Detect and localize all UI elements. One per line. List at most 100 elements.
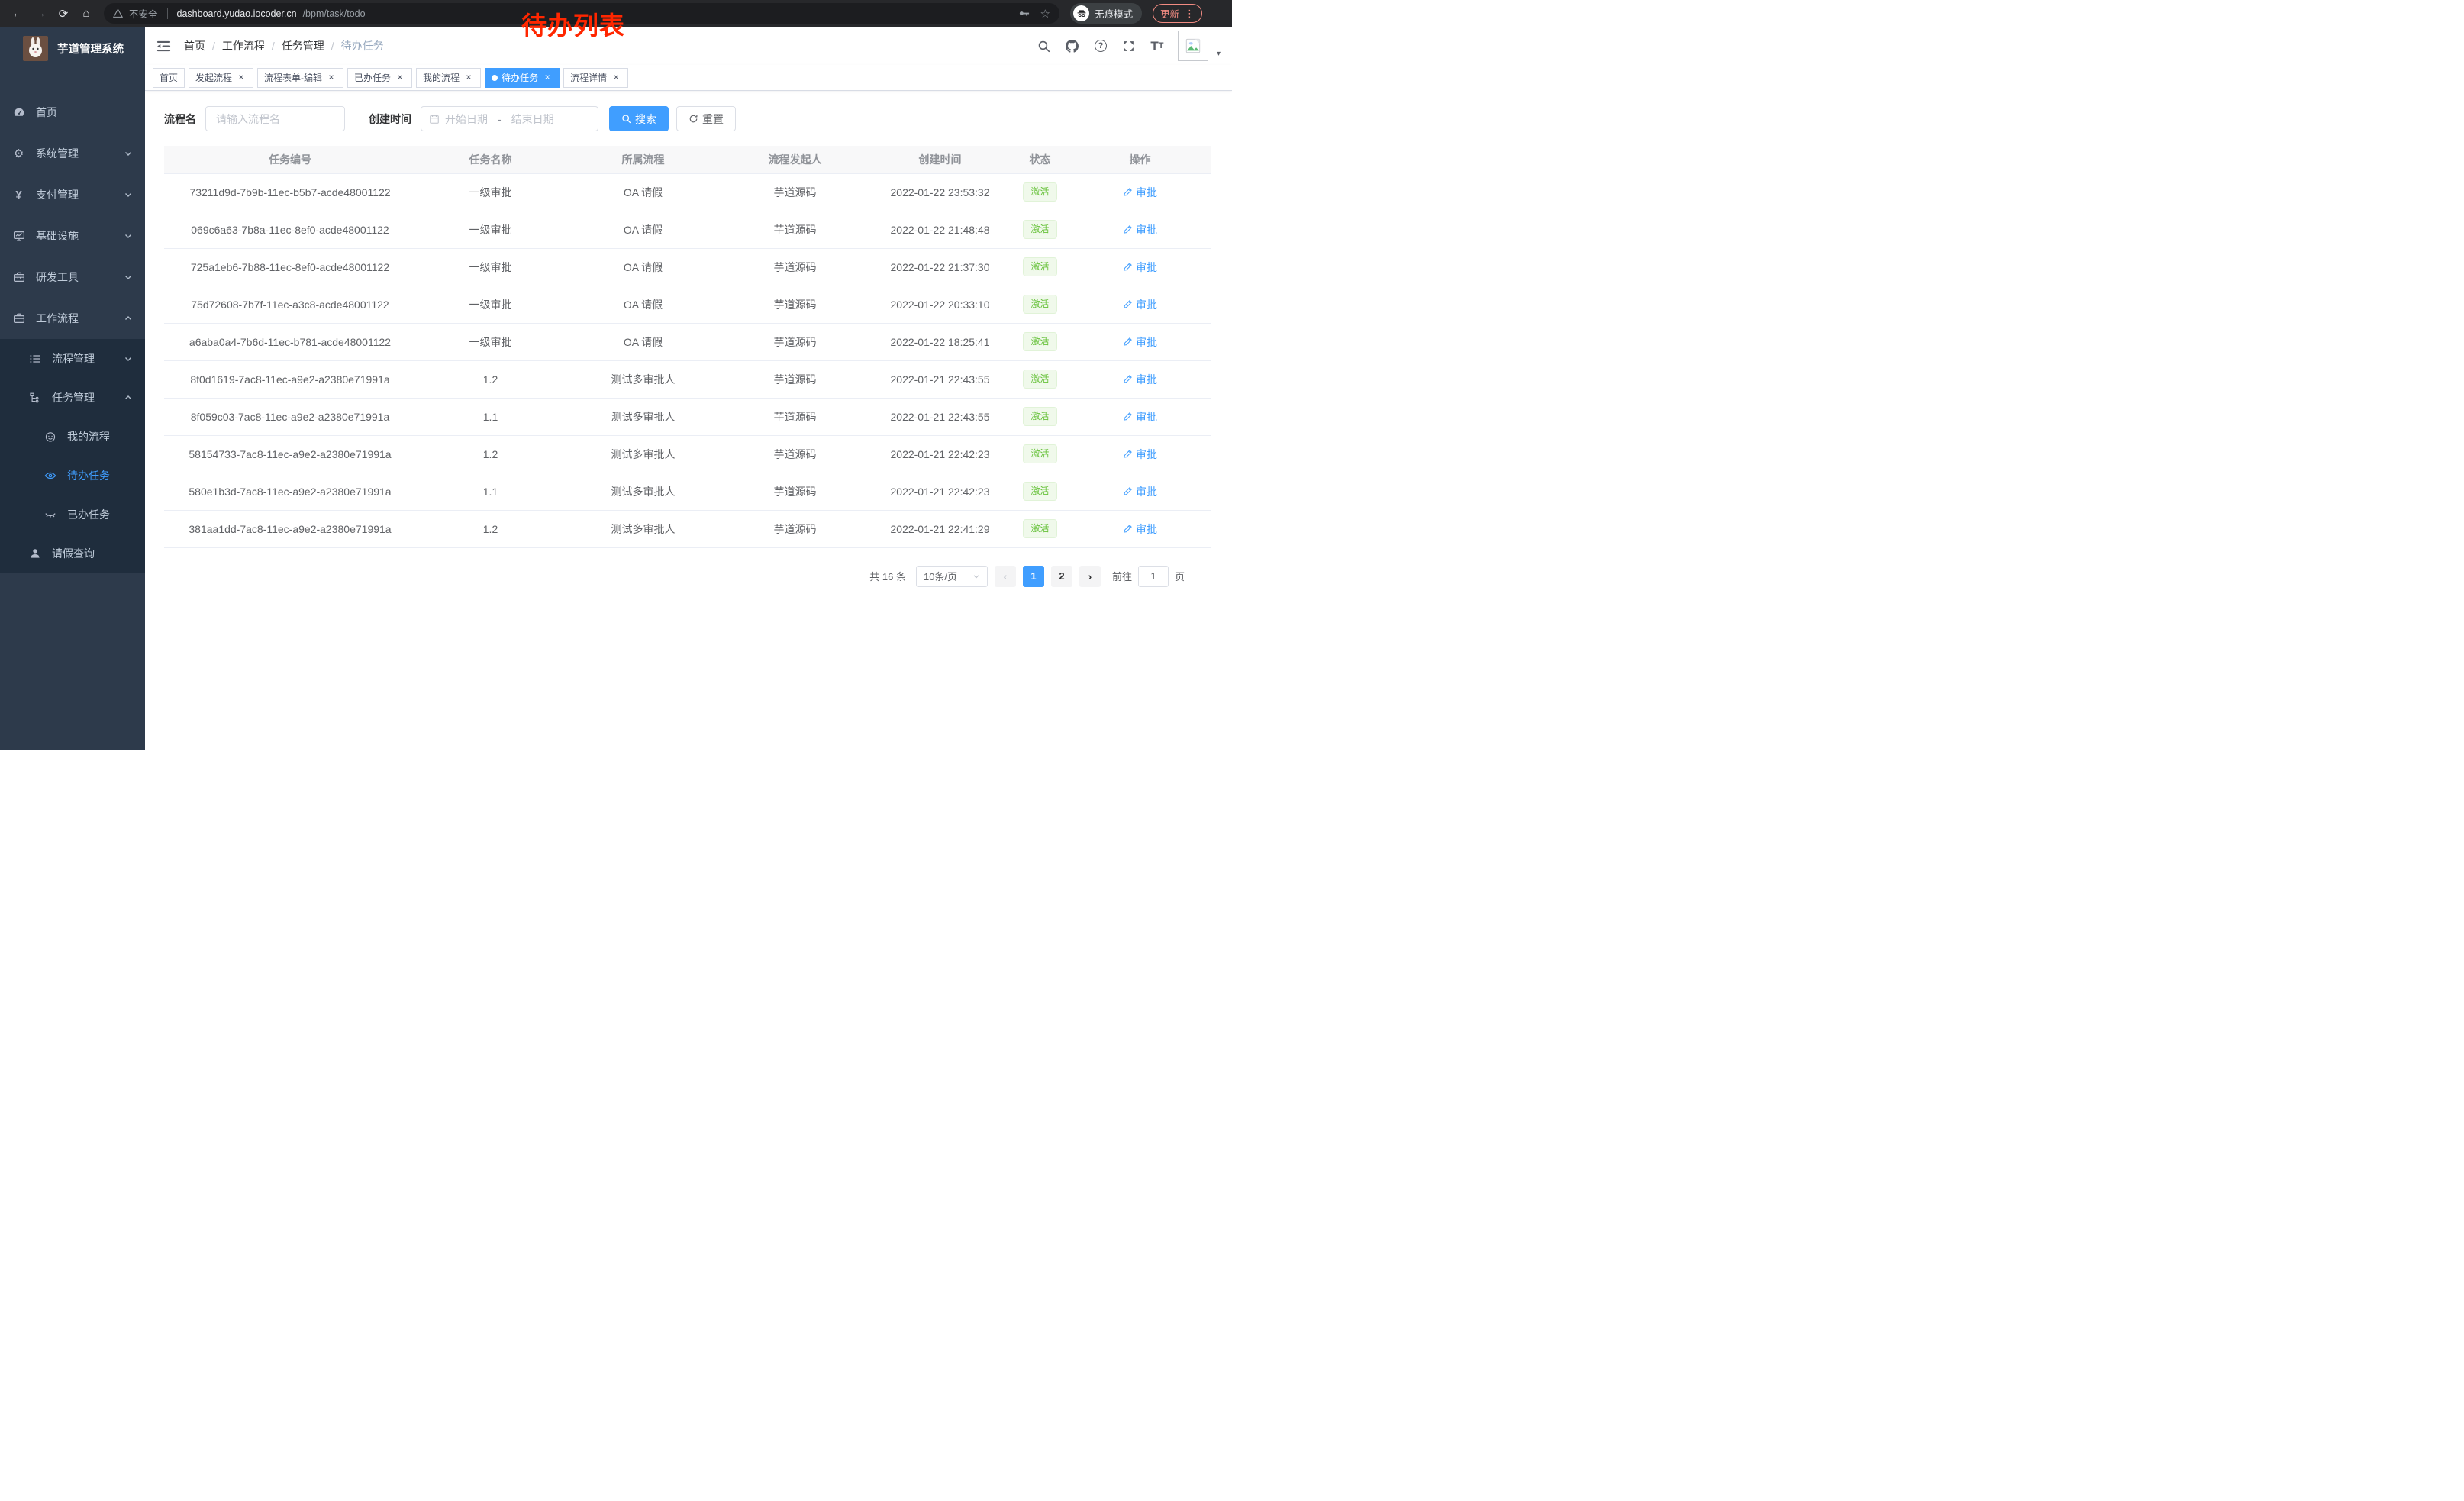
approve-link[interactable]: 审批 — [1123, 409, 1157, 424]
browser-back-icon[interactable]: ← — [8, 4, 27, 24]
sidebar-item[interactable]: 已办任务 — [0, 495, 145, 534]
approve-link[interactable]: 审批 — [1123, 521, 1157, 537]
process-cell: OA 请假 — [565, 173, 721, 211]
end-date-placeholder: 结束日期 — [511, 111, 554, 127]
approve-link[interactable]: 审批 — [1123, 447, 1157, 462]
tab[interactable]: 我的流程× — [416, 68, 481, 88]
next-page-button[interactable]: › — [1079, 566, 1101, 587]
approve-link[interactable]: 审批 — [1123, 484, 1157, 499]
list-icon — [28, 352, 41, 365]
close-icon[interactable]: × — [395, 73, 405, 83]
navbar-actions: ? TT ▾ — [1037, 31, 1221, 61]
sidebar-item[interactable]: 流程管理 — [0, 339, 145, 378]
tab[interactable]: 已办任务× — [347, 68, 412, 88]
breadcrumb-task-mgmt[interactable]: 任务管理 — [282, 38, 324, 53]
search-button[interactable]: 搜索 — [609, 106, 669, 131]
approve-link[interactable]: 审批 — [1123, 260, 1157, 275]
tab[interactable]: 首页 — [153, 68, 185, 88]
tab[interactable]: 发起流程× — [189, 68, 253, 88]
status-badge: 激活 — [1023, 220, 1056, 239]
sidebar-item[interactable]: ¥支付管理 — [0, 174, 145, 215]
tab[interactable]: 流程表单-编辑× — [257, 68, 343, 88]
address-bar[interactable]: 不安全 dashboard.yudao.iocoder.cn/bpm/task/… — [104, 3, 1059, 24]
approve-link[interactable]: 审批 — [1123, 372, 1157, 387]
sidebar-item[interactable]: 任务管理 — [0, 378, 145, 417]
process-name-input[interactable] — [205, 106, 345, 131]
sidebar-item[interactable]: 我的流程 — [0, 417, 145, 456]
github-icon[interactable] — [1065, 38, 1080, 53]
approve-link[interactable]: 审批 — [1123, 297, 1157, 312]
browser-home-icon[interactable]: ⌂ — [76, 4, 96, 24]
close-icon[interactable]: × — [542, 73, 553, 83]
fullscreen-icon[interactable] — [1121, 38, 1137, 53]
browser-update-button[interactable]: 更新 ⋮ — [1153, 4, 1202, 23]
search-icon[interactable] — [1037, 38, 1052, 53]
goto-label: 前往 — [1112, 569, 1132, 583]
col-status: 状态 — [1011, 146, 1069, 173]
tab[interactable]: 待办任务× — [485, 68, 560, 88]
approve-link[interactable]: 审批 — [1123, 185, 1157, 200]
task-id-cell: a6aba0a4-7b6d-11ec-b781-acde48001122 — [164, 323, 416, 360]
close-icon[interactable]: × — [463, 73, 474, 83]
close-icon[interactable]: × — [236, 73, 247, 83]
reset-button[interactable]: 重置 — [676, 106, 736, 131]
page-button[interactable]: 2 — [1051, 566, 1072, 587]
close-icon[interactable]: × — [326, 73, 337, 83]
font-size-icon[interactable]: TT — [1150, 38, 1165, 53]
sidebar: 芋道管理系统 首页⚙系统管理¥支付管理基础设施研发工具工作流程流程管理任务管理我… — [0, 27, 145, 750]
sidebar-item[interactable]: 研发工具 — [0, 257, 145, 298]
approve-link[interactable]: 审批 — [1123, 222, 1157, 237]
breadcrumb-workflow[interactable]: 工作流程 — [222, 38, 265, 53]
starter-cell: 芋道源码 — [721, 248, 869, 286]
prev-page-button[interactable]: ‹ — [995, 566, 1016, 587]
sidebar-submenu: 流程管理任务管理我的流程待办任务已办任务请假查询 — [0, 339, 145, 573]
browser-forward-icon[interactable]: → — [31, 4, 50, 24]
starter-cell: 芋道源码 — [721, 398, 869, 435]
sidebar-item[interactable]: 请假查询 — [0, 534, 145, 573]
sidebar-toggle-icon[interactable] — [156, 38, 172, 53]
process-cell: OA 请假 — [565, 323, 721, 360]
breadcrumb-home[interactable]: 首页 — [184, 38, 205, 53]
starter-cell: 芋道源码 — [721, 173, 869, 211]
browser-menu-icon[interactable]: ⋮ — [1185, 8, 1195, 20]
bookmark-star-icon[interactable]: ☆ — [1040, 7, 1050, 21]
avatar[interactable] — [1178, 31, 1208, 61]
page-suffix: 页 — [1175, 569, 1185, 583]
tab[interactable]: 流程详情× — [563, 68, 628, 88]
browser-reload-icon[interactable]: ⟳ — [53, 4, 73, 24]
page-size-select[interactable]: 10条/页 — [916, 566, 988, 587]
col-task-id: 任务编号 — [164, 146, 416, 173]
goto-page-input[interactable] — [1138, 566, 1169, 587]
approve-link[interactable]: 审批 — [1123, 334, 1157, 350]
tree-icon — [28, 391, 41, 404]
table-row: a6aba0a4-7b6d-11ec-b781-acde48001122一级审批… — [164, 323, 1211, 360]
app-title: 芋道管理系统 — [57, 40, 124, 56]
starter-cell: 芋道源码 — [721, 360, 869, 398]
task-name-cell: 1.2 — [416, 360, 565, 398]
date-range-input[interactable]: 开始日期 - 结束日期 — [421, 106, 598, 131]
sidebar-item[interactable]: 首页 — [0, 92, 145, 133]
sidebar-menu: 首页⚙系统管理¥支付管理基础设施研发工具工作流程流程管理任务管理我的流程待办任务… — [0, 92, 145, 573]
table-row: 8f059c03-7ac8-11ec-a9e2-a2380e71991a1.1测… — [164, 398, 1211, 435]
sidebar-logo-row[interactable]: 芋道管理系统 — [0, 27, 145, 69]
create-time-cell: 2022-01-22 21:48:48 — [869, 211, 1011, 248]
sidebar-item[interactable]: 工作流程 — [0, 298, 145, 339]
face-icon — [44, 430, 56, 443]
browser-toolbar: ← → ⟳ ⌂ 不安全 dashboard.yudao.iocoder.cn/b… — [0, 0, 1232, 27]
sidebar-item[interactable]: 基础设施 — [0, 215, 145, 257]
sidebar-item[interactable]: ⚙系统管理 — [0, 133, 145, 174]
yen-icon: ¥ — [12, 189, 25, 202]
user-icon — [28, 547, 41, 560]
help-icon[interactable]: ? — [1093, 38, 1108, 53]
navbar: 首页 / 工作流程 / 任务管理 / 待办任务 ? — [145, 27, 1232, 65]
page-content: 流程名 创建时间 开始日期 - 结束日期 搜索 — [145, 91, 1232, 750]
close-icon[interactable]: × — [611, 73, 621, 83]
sidebar-item[interactable]: 待办任务 — [0, 456, 145, 495]
task-name-cell: 一级审批 — [416, 248, 565, 286]
password-key-icon[interactable] — [1018, 8, 1030, 19]
page-button[interactable]: 1 — [1023, 566, 1044, 587]
chevron-down-icon — [124, 273, 133, 282]
task-id-cell: 8f0d1619-7ac8-11ec-a9e2-a2380e71991a — [164, 360, 416, 398]
task-id-cell: 75d72608-7b7f-11ec-a3c8-acde48001122 — [164, 286, 416, 323]
avatar-dropdown-icon[interactable]: ▾ — [1217, 50, 1221, 61]
